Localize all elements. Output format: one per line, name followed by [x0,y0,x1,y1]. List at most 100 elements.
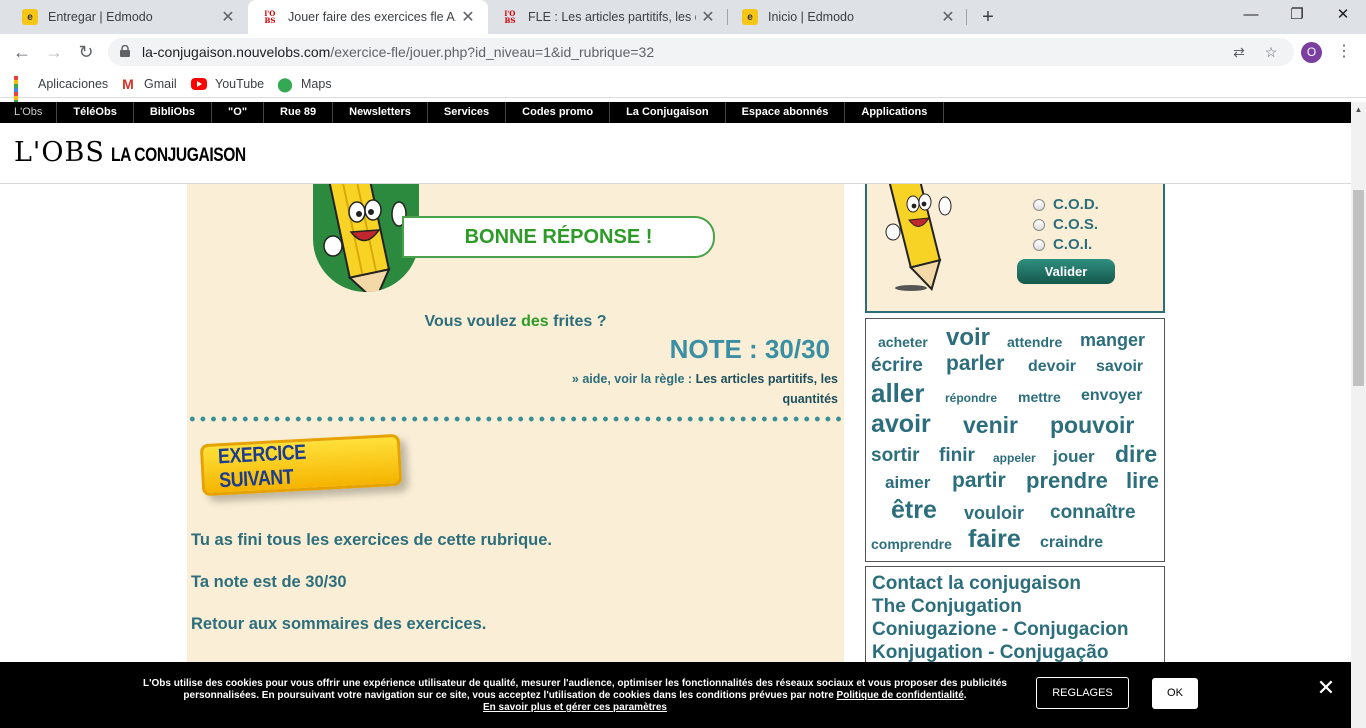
verb-link[interactable]: venir [963,412,1018,439]
bookmark-apps[interactable]: Aplicaciones [14,75,109,112]
verb-link[interactable]: connaître [1050,502,1136,524]
verb-link[interactable]: prendre [1026,468,1108,494]
nav-item[interactable]: "O" [212,102,265,123]
verb-link[interactable]: répondre [945,391,997,405]
radio-button[interactable] [1033,218,1045,231]
verb-link[interactable]: mettre [1018,389,1061,405]
contact-link[interactable]: Contact la conjugaison [872,572,1158,595]
verb-link[interactable]: écrire [871,355,923,377]
bookmark-gmail[interactable]: M Gmail [120,75,177,93]
tab-inicio-edmodo[interactable]: e Inicio | Edmodo ✕ [728,0,968,34]
close-icon[interactable]: ✕ [1316,677,1336,699]
verb-link[interactable]: attendre [1007,334,1062,350]
close-icon[interactable]: ✕ [216,7,240,27]
verb-link[interactable]: vouloir [964,503,1024,524]
rule-link[interactable]: Les articles partitifs, les quantités [696,372,838,406]
site-logo[interactable]: L'OBS LA CONJUGAISON [14,137,275,168]
nav-item[interactable]: Newsletters [333,102,428,123]
verb-link[interactable]: finir [939,445,975,467]
quiz-option-coi[interactable]: C.O.I. [1033,236,1092,253]
nav-item[interactable]: BibliObs [134,102,213,123]
bookmark-maps[interactable]: ⬤ Maps [277,75,331,93]
nav-item[interactable]: L'Obs [0,102,58,123]
correct-answer-banner: BONNE RÉPONSE ! [402,216,715,258]
forward-arrow-icon[interactable]: → [40,38,68,66]
cookie-settings-button[interactable]: REGLAGES [1036,677,1129,709]
quiz-option-cos[interactable]: C.O.S. [1033,216,1098,233]
profile-avatar[interactable]: O [1301,42,1322,63]
nav-item[interactable]: La Conjugaison [610,102,726,123]
restore-button[interactable]: ❐ [1274,0,1320,34]
window-close-button[interactable]: ✕ [1320,0,1366,34]
nav-item[interactable]: Rue 89 [264,102,334,123]
privacy-policy-link[interactable]: Politique de confidentialité [837,690,964,701]
verb-link[interactable]: dire [1115,441,1157,468]
back-arrow-icon[interactable]: ← [8,38,36,66]
close-icon[interactable]: ✕ [936,7,960,27]
new-tab-button[interactable]: + [976,5,1000,29]
verb-link[interactable]: comprendre [871,536,952,552]
verb-link[interactable]: parler [946,352,1004,376]
nav-item[interactable]: Applications [845,102,945,123]
scroll-up-arrow-icon[interactable]: ▲ [1351,102,1366,117]
close-icon[interactable]: ✕ [696,7,720,27]
nav-item[interactable]: Codes promo [506,102,611,123]
quiz-option-cod[interactable]: C.O.D. [1033,196,1099,213]
verb-link[interactable]: envoyer [1081,387,1142,405]
browser-toolbar: ← → ↻ la-conjugaison.nouvelobs.com/exerc… [0,34,1366,70]
verb-link[interactable]: appeler [993,451,1036,465]
verb-link[interactable]: aller [871,378,925,409]
option-label: C.O.D. [1053,196,1099,213]
tab-title: FLE : Les articles partitifs, les quan [528,10,696,24]
verb-link[interactable]: devoir [1028,358,1076,376]
verb-link[interactable]: aimer [885,473,930,493]
english-conjugation-link[interactable]: The Conjugation [872,595,1158,618]
bookmark-label: Gmail [144,77,177,91]
tab-fle-articles[interactable]: l'O BS FLE : Les articles partitifs, les … [488,0,728,34]
address-bar[interactable]: la-conjugaison.nouvelobs.com/exercice-fl… [108,38,1294,66]
next-exercise-button[interactable]: EXERCICE SUIVANT [199,433,411,497]
minimize-button[interactable]: — [1228,0,1274,34]
verb-link[interactable]: jouer [1053,447,1095,467]
correct-answer-text: BONNE RÉPONSE ! [464,225,653,248]
nav-item[interactable]: Services [428,102,507,123]
menu-kebab-icon[interactable]: ⋮ [1336,40,1352,64]
italian-conjugation-link[interactable]: Coniugazione [872,619,997,640]
verb-link[interactable]: avoir [871,410,931,439]
verb-link[interactable]: faire [968,525,1021,554]
page-scrollbar[interactable]: ▲ [1351,102,1366,728]
finished-message: Tu as fini tous les exercices de cette r… [191,531,552,549]
reload-icon[interactable]: ↻ [72,38,100,66]
verb-link[interactable]: pouvoir [1050,412,1134,439]
verb-link[interactable]: partir [952,469,1006,493]
nav-item[interactable]: TéléObs [57,102,134,123]
verb-link[interactable]: voir [946,324,990,352]
verb-link[interactable]: craindre [1040,534,1103,552]
question-sentence: Vous voulez des frites ? [187,313,844,331]
cookie-settings-link[interactable]: En savoir plus et gérer ces paramètres [483,702,667,713]
spanish-conjugation-link[interactable]: Conjugacion [1013,619,1128,640]
bookmark-label: Aplicaciones [38,77,109,91]
radio-button[interactable] [1033,238,1045,251]
bookmark-youtube[interactable]: YouTube [191,75,264,93]
verb-link[interactable]: être [891,496,937,525]
bookmarks-bar: Aplicaciones M Gmail YouTube ⬤ Maps [0,70,1366,112]
radio-button[interactable] [1033,198,1045,211]
cookie-accept-button[interactable]: OK [1152,678,1198,709]
star-icon[interactable]: ☆ [1262,43,1280,61]
scrollbar-thumb[interactable] [1353,190,1364,386]
verb-link[interactable]: sortir [871,445,920,467]
submit-button[interactable]: Valider [1017,259,1115,284]
portuguese-conjugation-link[interactable]: Conjugação [1000,642,1109,663]
verb-link[interactable]: acheter [878,334,928,350]
close-icon[interactable]: ✕ [456,7,480,27]
verb-link[interactable]: savoir [1096,358,1143,376]
tab-jouer-exercices[interactable]: l'O BS Jouer faire des exercices fle A1 -… [248,0,488,34]
german-conjugation-link[interactable]: Konjugation [872,642,983,663]
verb-link[interactable]: lire [1126,468,1159,494]
verb-link[interactable]: manger [1080,330,1145,351]
nav-item[interactable]: Espace abonnés [726,102,846,123]
back-to-summary-link[interactable]: Retour aux sommaires des exercices. [191,615,486,634]
tab-entregar-edmodo[interactable]: e Entregar | Edmodo ✕ [8,0,248,34]
translate-icon[interactable]: ⇄ [1230,43,1248,61]
